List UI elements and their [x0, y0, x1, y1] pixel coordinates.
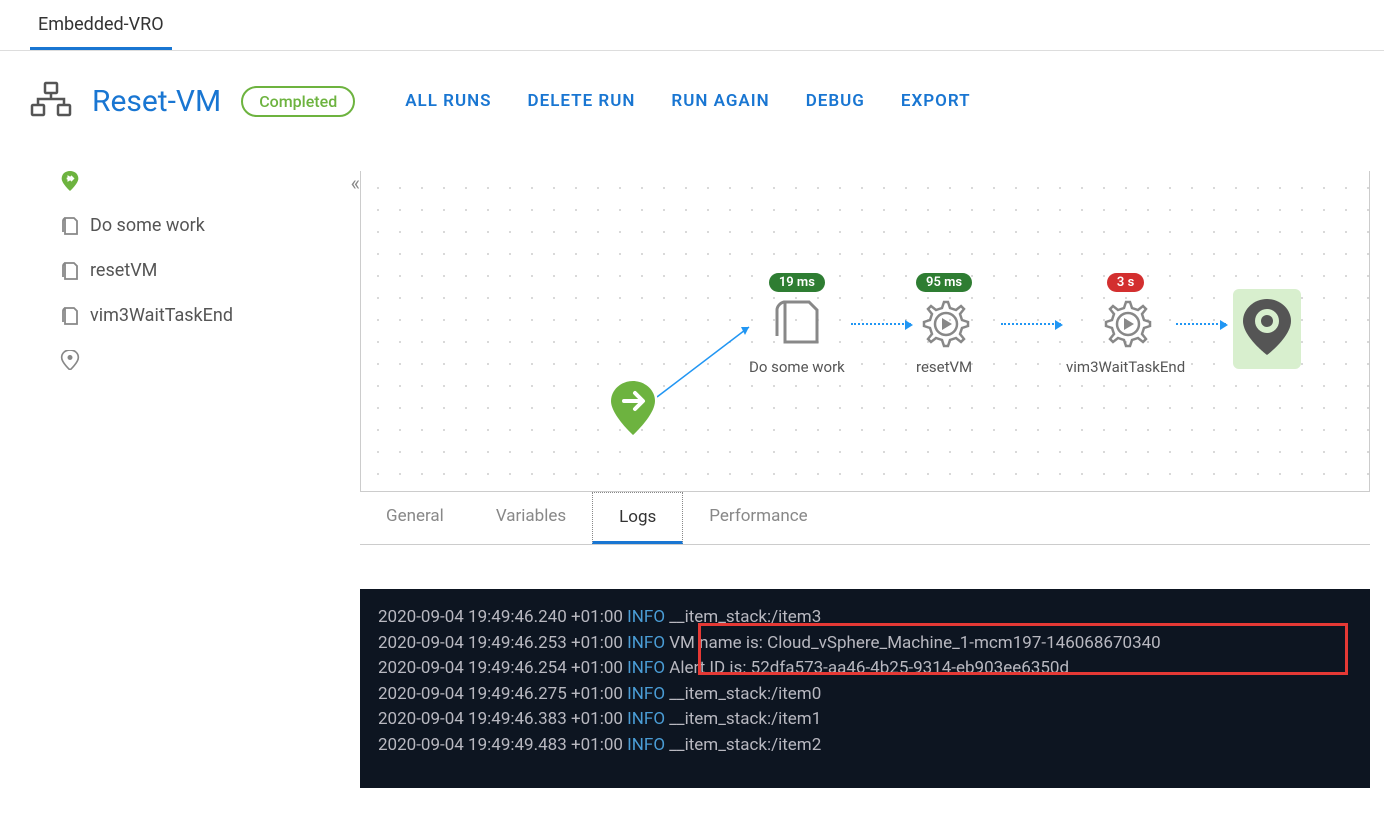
node-label: resetVM — [916, 358, 972, 376]
script-icon — [771, 296, 823, 348]
run-again-link[interactable]: RUN AGAIN — [671, 91, 769, 111]
step-label: resetVM — [90, 260, 157, 281]
workflow-icon — [30, 81, 72, 121]
node-label: Do some work — [749, 358, 845, 376]
tab-general[interactable]: General — [360, 492, 470, 544]
step-do-some-work[interactable]: Do some work — [60, 215, 360, 236]
logs-panel: 2020-09-04 19:49:46.240 +01:00 INFO __it… — [360, 589, 1370, 788]
tab-logs[interactable]: Logs — [592, 492, 683, 544]
log-line: 2020-09-04 19:49:46.383 +01:00 INFO __it… — [378, 707, 1352, 733]
all-runs-link[interactable]: ALL RUNS — [405, 91, 491, 111]
export-link[interactable]: EXPORT — [901, 91, 971, 111]
canvas-start-node[interactable] — [611, 381, 655, 439]
log-line: 2020-09-04 19:49:49.483 +01:00 INFO __it… — [378, 733, 1352, 759]
tab-embedded-vro[interactable]: Embedded-VRO — [30, 0, 172, 50]
tab-performance[interactable]: Performance — [683, 492, 833, 544]
workflow-canvas[interactable]: 19 ms Do some work 95 ms resetVM 3 s vim… — [360, 171, 1370, 491]
status-badge: Completed — [241, 86, 355, 117]
step-vim3waittaskend[interactable]: vim3WaitTaskEnd — [60, 305, 360, 326]
debug-link[interactable]: DEBUG — [806, 91, 865, 111]
step-list: Do some work resetVM vim3WaitTaskEnd — [60, 171, 360, 370]
workflow-title: Reset-VM — [92, 84, 221, 119]
step-label: vim3WaitTaskEnd — [90, 305, 233, 326]
tab-variables[interactable]: Variables — [470, 492, 592, 544]
canvas-node-vim3waittaskend[interactable]: 3 s vim3WaitTaskEnd — [1066, 271, 1185, 376]
arrow-start-to-node1 — [657, 321, 757, 401]
gear-play-icon — [918, 296, 970, 348]
highlight-annotation — [698, 623, 1348, 675]
step-resetvm[interactable]: resetVM — [60, 260, 360, 281]
arrow-1-2 — [851, 323, 911, 325]
step-start[interactable] — [60, 171, 360, 191]
arrow-3-end — [1176, 323, 1226, 325]
step-label: Do some work — [90, 215, 205, 236]
canvas-node-resetvm[interactable]: 95 ms resetVM — [916, 271, 972, 376]
delete-run-link[interactable]: DELETE RUN — [528, 91, 636, 111]
arrow-2-3 — [1001, 323, 1061, 325]
canvas-end-node[interactable] — [1233, 289, 1301, 369]
timing-badge: 95 ms — [916, 273, 972, 292]
node-label: vim3WaitTaskEnd — [1066, 358, 1185, 376]
collapse-panel-icon[interactable]: « — [351, 171, 360, 195]
canvas-node-do-some-work[interactable]: 19 ms Do some work — [749, 271, 845, 376]
timing-badge: 3 s — [1107, 273, 1144, 292]
gear-play-icon — [1100, 296, 1152, 348]
timing-badge: 19 ms — [769, 273, 825, 292]
step-end[interactable] — [60, 350, 360, 370]
log-line: 2020-09-04 19:49:46.275 +01:00 INFO __it… — [378, 682, 1352, 708]
